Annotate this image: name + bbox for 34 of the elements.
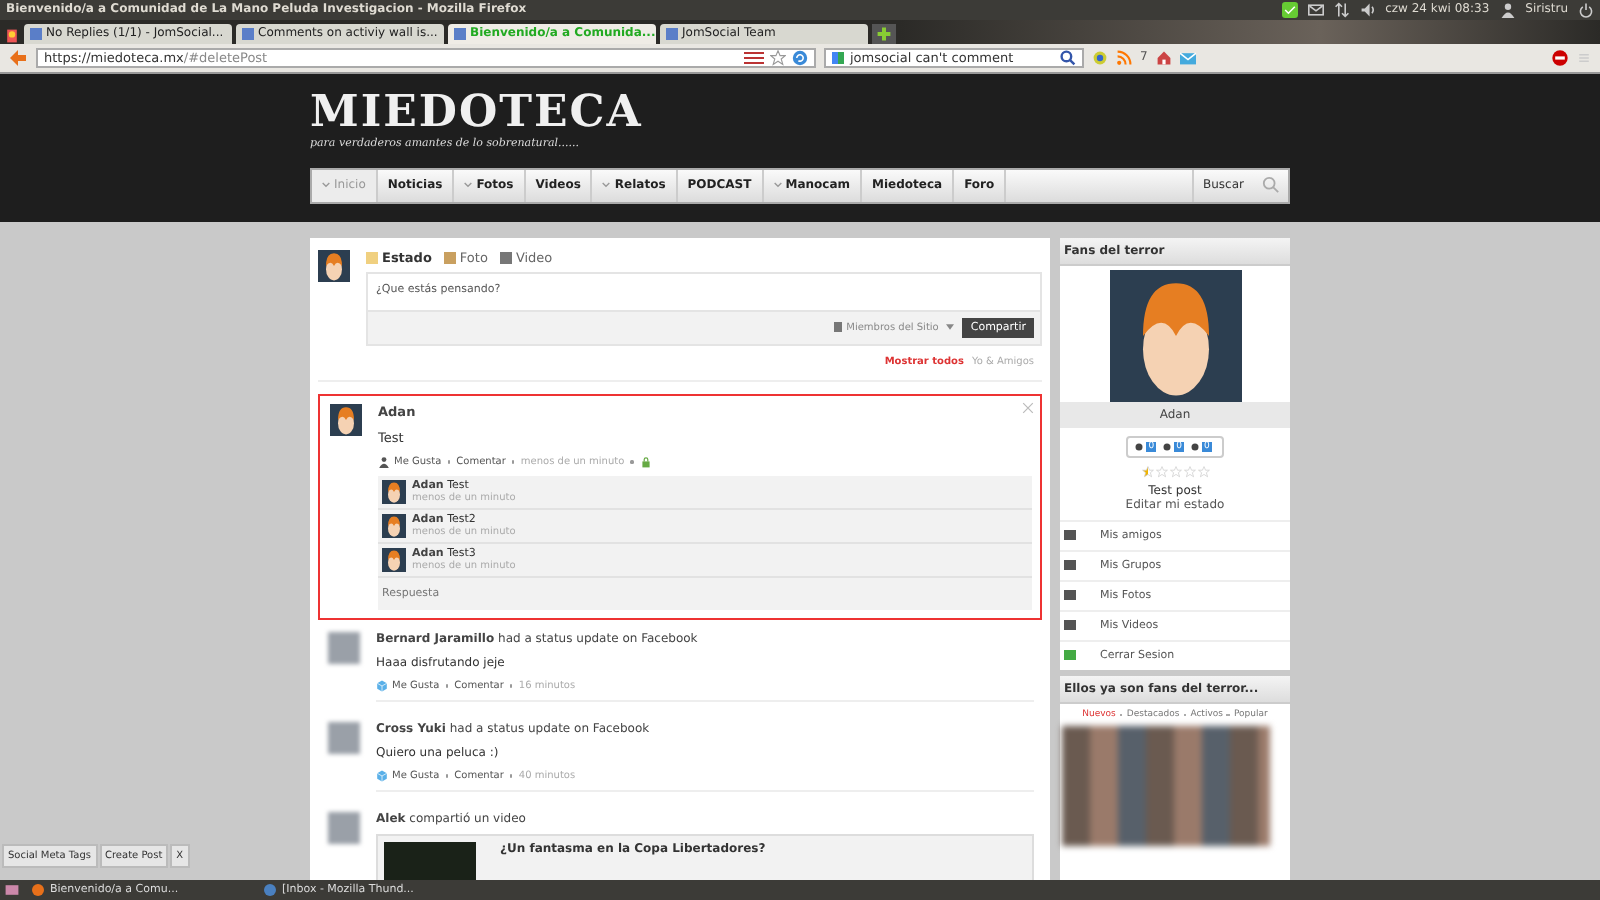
home-icon[interactable]	[1155, 49, 1172, 66]
addon-icon[interactable]	[1092, 49, 1108, 66]
caret-icon	[946, 324, 955, 331]
stop-sign-icon[interactable]	[1552, 49, 1568, 66]
avatar-icon	[330, 403, 362, 436]
volume-icon[interactable]	[1359, 1, 1376, 18]
new-tab-button[interactable]	[872, 23, 896, 44]
tab-group-icon[interactable]	[4, 27, 20, 44]
search-icon[interactable]	[1060, 49, 1076, 66]
avatar-icon[interactable]	[1109, 269, 1241, 402]
app-icon	[32, 884, 44, 897]
avatar-photo-placeholder	[328, 631, 360, 664]
star-icon[interactable]	[770, 49, 786, 66]
avatar-icon	[382, 547, 406, 572]
reload-icon[interactable]	[792, 49, 808, 66]
show-desktop-icon[interactable]	[4, 882, 20, 899]
separator-dot-icon	[630, 460, 634, 464]
cube-icon	[376, 769, 388, 782]
power-icon[interactable]	[1578, 1, 1594, 18]
avatar-icon	[318, 249, 350, 282]
app-icon	[264, 884, 276, 897]
person-icon	[378, 455, 390, 468]
avatar-icon	[382, 513, 406, 538]
chat-status-icon[interactable]	[1281, 1, 1298, 18]
network-icon[interactable]	[1333, 1, 1350, 18]
flag-icon[interactable]	[744, 51, 764, 64]
avatar-photo-placeholder	[328, 811, 360, 844]
avatar-photo-placeholder	[328, 721, 360, 754]
avatar-icon	[382, 479, 406, 504]
cube-icon	[376, 679, 388, 692]
site-logo[interactable]: MIEDOTECA	[310, 73, 643, 138]
mail-icon[interactable]	[1307, 1, 1324, 18]
lock-icon	[639, 455, 652, 468]
user-icon[interactable]	[1499, 1, 1516, 18]
